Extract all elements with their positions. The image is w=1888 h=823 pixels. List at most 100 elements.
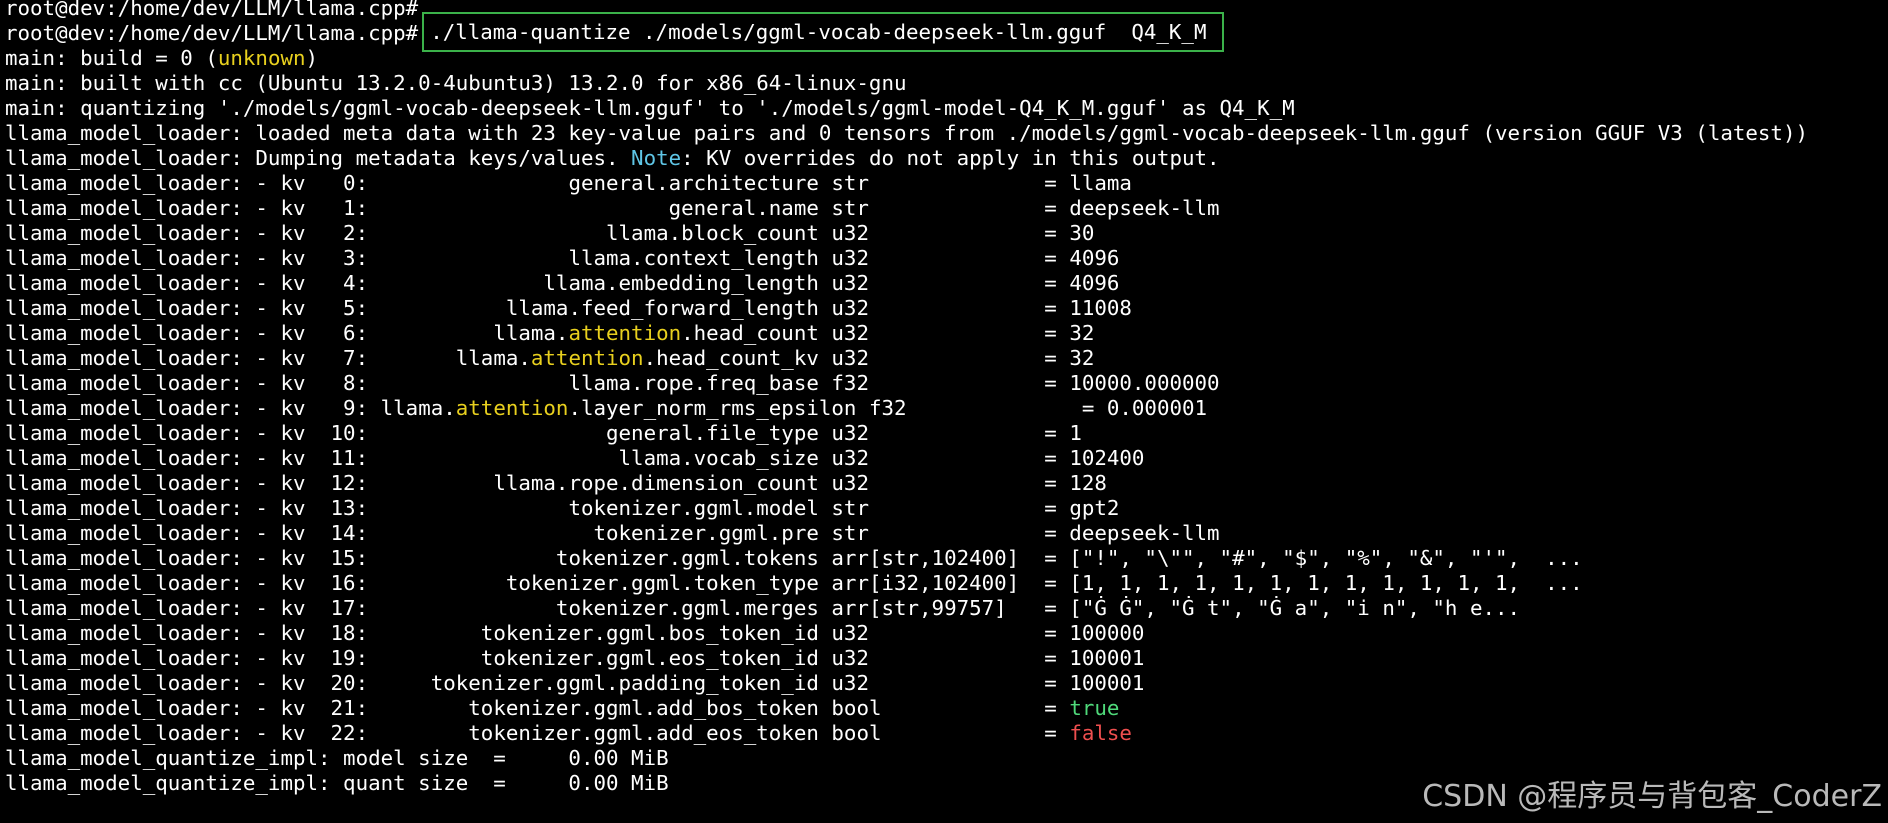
kv-key: llama.context_length xyxy=(568,246,819,270)
kv-value: 100000 xyxy=(1069,621,1145,645)
kv-prefix: llama_model_loader: - kv 1: xyxy=(5,196,369,220)
kv-row: llama_model_loader: - kv 2: llama.block_… xyxy=(5,221,1095,245)
kv-list: llama_model_loader: - kv 0: general.arch… xyxy=(5,171,1888,746)
kv-type: u32 xyxy=(831,446,869,470)
kv-type: f32 xyxy=(831,371,869,395)
kv-value: 11008 xyxy=(1069,296,1132,320)
kv-value: true xyxy=(1069,696,1120,720)
kv-value: deepseek-llm xyxy=(1069,521,1220,545)
kv-key: tokenizer.ggml.model xyxy=(568,496,819,520)
kv-key: tokenizer.ggml.token_type xyxy=(505,571,819,595)
kv-value: ["Ġ Ġ", "Ġ t", "Ġ a", "i n", "h e... xyxy=(1069,596,1521,620)
kv-key-highlight: attention xyxy=(568,321,682,345)
kv-key: llama.rope.dimension_count xyxy=(493,471,819,495)
kv-prefix: llama_model_loader: - kv 7: xyxy=(5,346,369,370)
kv-key: tokenizer.ggml.merges xyxy=(555,596,819,620)
kv-key: llama.rope.freq_base xyxy=(568,371,819,395)
kv-row: llama_model_loader: - kv 22: tokenizer.g… xyxy=(5,721,1132,745)
shell-prompt: root@dev:/home/dev/LLM/llama.cpp# xyxy=(5,0,419,20)
quantizing-line: main: quantizing './models/ggml-vocab-de… xyxy=(5,96,1295,120)
kv-prefix: llama_model_loader: - kv 5: xyxy=(5,296,369,320)
kv-row: llama_model_loader: - kv 13: tokenizer.g… xyxy=(5,496,1120,520)
note-label: Note xyxy=(631,146,682,170)
kv-row: llama_model_loader: - kv 4: llama.embedd… xyxy=(5,271,1120,295)
build-unknown: unknown xyxy=(217,46,306,70)
kv-value: gpt2 xyxy=(1069,496,1120,520)
kv-type: u32 xyxy=(831,421,869,445)
kv-type: arr[i32,102400] xyxy=(831,571,1020,595)
kv-value: 128 xyxy=(1069,471,1107,495)
kv-row: llama_model_loader: - kv 9: llama.attent… xyxy=(5,396,1208,420)
kv-row: llama_model_loader: - kv 1: general.name… xyxy=(5,196,1220,220)
kv-key: tokenizer.ggml.add_bos_token xyxy=(468,696,819,720)
model-size-line: llama_model_quantize_impl: model size = … xyxy=(5,746,669,770)
kv-key: general.name xyxy=(668,196,819,220)
kv-type: u32 xyxy=(831,346,869,370)
kv-row: llama_model_loader: - kv 17: tokenizer.g… xyxy=(5,596,1521,620)
kv-row: llama_model_loader: - kv 10: general.fil… xyxy=(5,421,1082,445)
kv-value: 4096 xyxy=(1069,271,1120,295)
terminal-output[interactable]: root@dev:/home/dev/LLM/llama.cpp# root@d… xyxy=(5,0,1888,796)
kv-row: llama_model_loader: - kv 7: llama.attent… xyxy=(5,346,1095,370)
kv-type: bool xyxy=(831,696,882,720)
kv-prefix: llama_model_loader: - kv 10: xyxy=(5,421,369,445)
kv-row: llama_model_loader: - kv 12: llama.rope.… xyxy=(5,471,1107,495)
kv-value: 100001 xyxy=(1069,646,1145,670)
kv-value: 10000.000000 xyxy=(1069,371,1220,395)
kv-key: llama.embedding_length xyxy=(543,271,819,295)
kv-prefix: llama_model_loader: - kv 21: xyxy=(5,696,369,720)
kv-value: 32 xyxy=(1069,321,1095,345)
kv-prefix: llama_model_loader: - kv 17: xyxy=(5,596,369,620)
kv-type: str xyxy=(831,521,869,545)
kv-type: u32 xyxy=(831,621,869,645)
kv-type: bool xyxy=(831,721,882,745)
kv-type: u32 xyxy=(831,296,869,320)
kv-key: tokenizer.ggml.tokens xyxy=(555,546,819,570)
kv-key: tokenizer.ggml.pre xyxy=(593,521,819,545)
kv-key: llama.block_count xyxy=(606,221,819,245)
kv-row: llama_model_loader: - kv 20: tokenizer.g… xyxy=(5,671,1145,695)
kv-value: llama xyxy=(1069,171,1132,195)
kv-prefix: llama_model_loader: - kv 9: xyxy=(5,396,369,420)
kv-row: llama_model_loader: - kv 19: tokenizer.g… xyxy=(5,646,1145,670)
kv-type: arr[str,99757] xyxy=(831,596,1007,620)
kv-type: u32 xyxy=(831,646,869,670)
kv-type: u32 xyxy=(831,471,869,495)
kv-prefix: llama_model_loader: - kv 2: xyxy=(5,221,369,245)
kv-key: llama.attention.layer_norm_rms_epsilon xyxy=(380,396,857,420)
command-line: root@dev:/home/dev/LLM/llama.cpp# ./llama… xyxy=(5,12,1888,52)
loaded-line: llama_model_loader: loaded meta data wit… xyxy=(5,121,1808,145)
kv-value: 32 xyxy=(1069,346,1095,370)
kv-prefix: llama_model_loader: - kv 22: xyxy=(5,721,369,745)
kv-key-highlight: attention xyxy=(530,346,644,370)
kv-value: 0.000001 xyxy=(1106,396,1208,420)
kv-prefix: llama_model_loader: - kv 11: xyxy=(5,446,369,470)
kv-row: llama_model_loader: - kv 3: llama.contex… xyxy=(5,246,1120,270)
kv-value: ["!", "\"", "#", "$", "%", "&", "'", ... xyxy=(1069,546,1583,570)
kv-key: llama.feed_forward_length xyxy=(505,296,819,320)
kv-value: 4096 xyxy=(1069,246,1120,270)
kv-key-highlight: attention xyxy=(455,396,569,420)
shell-prompt: root@dev:/home/dev/LLM/llama.cpp# xyxy=(5,21,419,45)
kv-value: false xyxy=(1069,721,1132,745)
kv-prefix: llama_model_loader: - kv 15: xyxy=(5,546,369,570)
kv-prefix: llama_model_loader: - kv 8: xyxy=(5,371,369,395)
kv-prefix: llama_model_loader: - kv 4: xyxy=(5,271,369,295)
kv-prefix: llama_model_loader: - kv 18: xyxy=(5,621,369,645)
kv-prefix: llama_model_loader: - kv 0: xyxy=(5,171,369,195)
kv-row: llama_model_loader: - kv 5: llama.feed_f… xyxy=(5,296,1132,320)
kv-value: 30 xyxy=(1069,221,1095,245)
command-input[interactable]: ./llama-quantize ./models/ggml-vocab-dee… xyxy=(422,12,1225,52)
kv-key: llama.vocab_size xyxy=(618,446,819,470)
kv-key: tokenizer.ggml.padding_token_id xyxy=(430,671,819,695)
kv-key: general.file_type xyxy=(606,421,819,445)
kv-type: str xyxy=(831,196,869,220)
kv-row: llama_model_loader: - kv 16: tokenizer.g… xyxy=(5,571,1583,595)
kv-row: llama_model_loader: - kv 21: tokenizer.g… xyxy=(5,696,1120,720)
kv-key: tokenizer.ggml.eos_token_id xyxy=(480,646,819,670)
kv-type: str xyxy=(831,496,869,520)
kv-prefix: llama_model_loader: - kv 16: xyxy=(5,571,369,595)
dumping-line: llama_model_loader: Dumping metadata key… xyxy=(5,146,1220,170)
kv-prefix: llama_model_loader: - kv 20: xyxy=(5,671,369,695)
kv-prefix: llama_model_loader: - kv 19: xyxy=(5,646,369,670)
